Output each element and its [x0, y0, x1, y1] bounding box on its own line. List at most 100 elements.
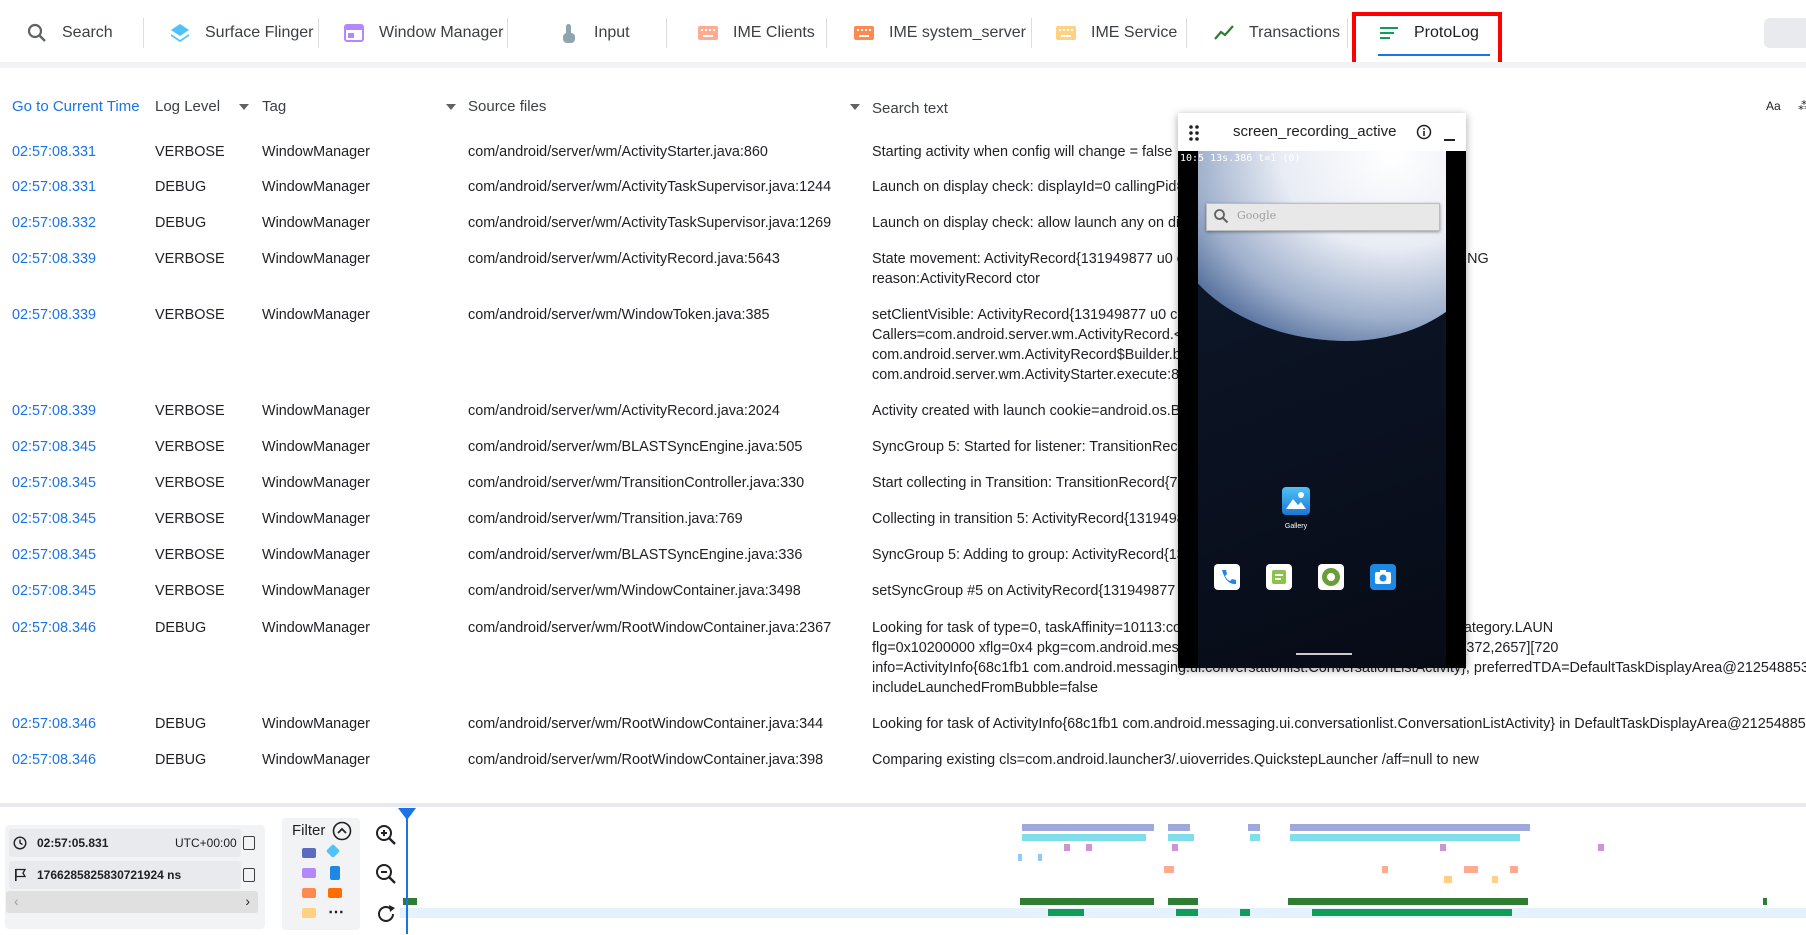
tab-label: IME Clients	[733, 24, 815, 41]
row-source: com/android/server/wm/RootWindowContaine…	[468, 716, 824, 732]
tab-divider	[507, 18, 508, 48]
time-cursor-handle[interactable]	[398, 808, 416, 820]
tab-transactions[interactable]: Transactions	[1213, 10, 1340, 56]
minimize-icon[interactable]	[1444, 139, 1455, 141]
search-text-input[interactable]: Search text	[872, 94, 948, 122]
row-timestamp[interactable]: 02:57:08.339	[12, 305, 96, 325]
row-timestamp[interactable]: 02:57:08.345	[12, 509, 96, 529]
chevron-down-icon[interactable]	[850, 104, 860, 110]
collapse-icon[interactable]	[332, 821, 352, 846]
screen-recording-filter-icon[interactable]	[302, 848, 316, 858]
trace-entry-block	[1022, 824, 1154, 831]
ns-time-field[interactable]: 1766285825830721924 ns	[9, 861, 241, 889]
time-scrubber[interactable]: ‹ ›	[6, 891, 258, 913]
chevron-right-icon[interactable]: ›	[245, 893, 250, 909]
save-trace-button[interactable]	[1764, 18, 1806, 48]
tab-label: Transactions	[1249, 24, 1340, 41]
row-source: com/android/server/wm/Transition.java:76…	[468, 511, 743, 527]
row-source: com/android/server/wm/BLASTSyncEngine.ja…	[468, 439, 803, 455]
layers-icon	[169, 22, 191, 44]
tab-surface-flinger[interactable]: Surface Flinger	[169, 10, 314, 56]
current-time-value[interactable]: 02:57:05.831	[37, 836, 108, 850]
reset-zoom-icon[interactable]	[374, 902, 398, 926]
row-timestamp[interactable]: 02:57:08.332	[12, 213, 96, 233]
trace-entry-block	[1168, 824, 1190, 831]
tab-search[interactable]: Search	[26, 10, 113, 56]
trace-entry-block	[1250, 834, 1260, 841]
keyboard-filter-icon[interactable]	[328, 888, 342, 898]
gallery-app-icon	[1282, 487, 1310, 515]
more-icon[interactable]: ⋯	[328, 902, 344, 922]
current-time-field[interactable]: 02:57:05.831 UTC+00:00	[9, 829, 241, 857]
row-timestamp[interactable]: 02:57:08.339	[12, 249, 96, 269]
regex-toggle[interactable]: ⁂	[1798, 99, 1806, 113]
chevron-down-icon[interactable]	[239, 104, 249, 110]
recording-header[interactable]: screen_recording_active	[1178, 113, 1466, 151]
trace-entry-block	[1018, 854, 1022, 861]
trace-entry-block	[1312, 909, 1512, 916]
ns-time-value[interactable]: 1766285825830721924 ns	[37, 868, 181, 882]
tab-ime-service[interactable]: IME Service	[1055, 10, 1177, 56]
tab-divider	[666, 18, 667, 48]
search-icon	[26, 22, 48, 44]
trace-entry-block	[1048, 909, 1084, 916]
screen-recording-window[interactable]: screen_recording_active Google Gallery 1…	[1178, 113, 1466, 668]
tag-filter[interactable]: Tag	[262, 92, 286, 120]
recording-title: screen_recording_active	[1233, 123, 1397, 140]
row-timestamp[interactable]: 02:57:08.331	[12, 142, 96, 162]
timeline-track[interactable]	[400, 810, 1806, 930]
row-timestamp[interactable]: 02:57:08.331	[12, 177, 96, 197]
row-timestamp[interactable]: 02:57:08.346	[12, 618, 96, 638]
time-cursor[interactable]	[406, 812, 408, 934]
row-timestamp[interactable]: 02:57:08.345	[12, 437, 96, 457]
tab-divider	[318, 18, 319, 48]
row-log-level: VERBOSE	[155, 251, 225, 267]
row-timestamp[interactable]: 02:57:08.345	[12, 473, 96, 493]
keyboard-filter-icon[interactable]	[302, 888, 316, 898]
source-files-filter[interactable]: Source files	[468, 92, 546, 120]
keyboard-filter-icon[interactable]	[302, 908, 316, 918]
row-tag: WindowManager	[262, 475, 370, 491]
input-filter-icon[interactable]	[330, 866, 340, 880]
zoom-out-icon[interactable]	[374, 862, 398, 886]
copy-icon[interactable]	[243, 868, 255, 882]
recording-video: Google Gallery 10:5 13s.386 t=1 (0)	[1178, 151, 1466, 668]
match-case-toggle[interactable]: Aa	[1766, 99, 1781, 113]
row-log-level: VERBOSE	[155, 511, 225, 527]
camera-app-icon	[1370, 564, 1396, 590]
go-to-current-time-button[interactable]: Go to Current Time	[12, 92, 140, 120]
chevron-left-icon[interactable]: ‹	[14, 893, 19, 909]
chevron-down-icon[interactable]	[446, 104, 456, 110]
trace-entry-block	[1038, 854, 1042, 861]
google-search-widget: Google	[1206, 203, 1440, 231]
tab-ime-system-server[interactable]: IME system_server	[853, 10, 1026, 56]
row-timestamp[interactable]: 02:57:08.346	[12, 750, 96, 770]
copy-icon[interactable]	[243, 836, 255, 850]
log-level-filter[interactable]: Log Level	[155, 92, 220, 120]
time-controls: 02:57:05.831 UTC+00:00 17662858258307219…	[5, 825, 265, 929]
row-timestamp[interactable]: 02:57:08.346	[12, 714, 96, 734]
row-timestamp[interactable]: 02:57:08.345	[12, 545, 96, 565]
drag-handle-icon[interactable]	[1189, 125, 1199, 146]
window-filter-icon[interactable]	[302, 868, 316, 878]
search-placeholder: Google	[1237, 209, 1277, 222]
info-icon[interactable]	[1416, 124, 1432, 145]
tab-window-manager[interactable]: Window Manager	[343, 10, 504, 56]
trace-entry-block	[1464, 866, 1478, 873]
trace-entry-block	[1290, 834, 1520, 841]
phone-app-icon	[1214, 564, 1240, 590]
row-source: com/android/server/wm/TransitionControll…	[468, 475, 805, 491]
tab-input[interactable]: Input	[558, 10, 630, 56]
row-log-level: VERBOSE	[155, 144, 225, 160]
row-timestamp[interactable]: 02:57:08.339	[12, 401, 96, 421]
trace-entry-block	[1510, 866, 1518, 873]
row-tag: WindowManager	[262, 511, 370, 527]
tab-divider	[826, 18, 827, 48]
tab-ime-clients[interactable]: IME Clients	[697, 10, 815, 56]
keyboard-icon	[853, 22, 875, 44]
filter-label: Filter	[292, 822, 326, 839]
row-timestamp[interactable]: 02:57:08.345	[12, 581, 96, 601]
layers-filter-icon[interactable]	[325, 843, 341, 859]
row-tag: WindowManager	[262, 583, 370, 599]
zoom-in-icon[interactable]	[374, 823, 398, 847]
